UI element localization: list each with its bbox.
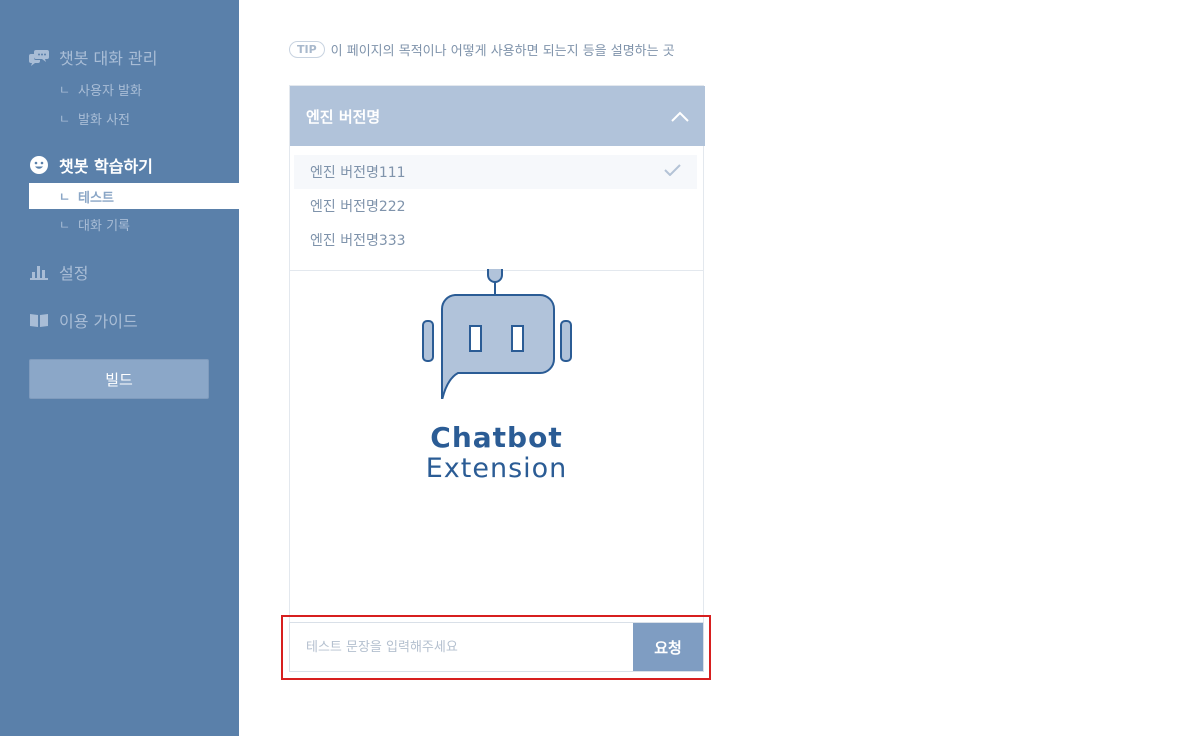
tip-text: 이 페이지의 목적이나 어떻게 사용하면 되는지 등을 설명하는 곳 [330,44,675,59]
chatbot-robot-logo-icon [422,269,572,399]
sidebar-item-test[interactable]: ㄴ 테스트 [29,183,239,209]
engine-option[interactable]: 엔진 버전명111 [294,155,697,189]
logo-subtitle: Extension [425,453,568,484]
engine-dropdown-title: 엔진 버전명 [306,107,381,126]
book-icon [29,310,49,330]
engine-option[interactable]: 엔진 버전명222 [294,189,697,223]
nav-learn[interactable]: 챗봇 학습하기 [29,153,153,177]
sidebar-item-chat-history[interactable]: ㄴ 대화 기록 [29,211,239,237]
tip-banner: TIP 이 페이지의 목적이나 어떻게 사용하면 되는지 등을 설명하는 곳 [289,40,675,59]
sub-item-corner: ㄴ [59,111,71,126]
nav-guide-label: 이용 가이드 [59,312,138,331]
sidebar-item-utterance-dictionary[interactable]: ㄴ 발화 사전 [29,105,239,131]
sub-item-corner: ㄴ [59,82,71,97]
sidebar-item-user-utterance[interactable]: ㄴ 사용자 발화 [29,76,239,102]
nav-chat-manage-label: 챗봇 대화 관리 [59,49,158,68]
engine-dropdown-header[interactable]: 엔진 버전명 [290,86,705,146]
engine-option-label: 엔진 버전명333 [310,233,406,249]
chatbot-test-panel: 엔진 버전명 엔진 버전명111 엔진 버전명222 엔진 버전명333 Cha… [289,85,705,672]
sidebar-item-label: 사용자 발화 [78,83,142,99]
test-input-row: 요청 [289,622,704,672]
logo-title: Chatbot [430,421,563,454]
smile-icon [29,155,49,175]
sidebar: 챗봇 대화 관리 ㄴ 사용자 발화 ㄴ 발화 사전 챗봇 학습하기 ㄴ 테스트 … [0,0,239,736]
engine-option-label: 엔진 버전명222 [310,199,406,215]
sidebar-item-label: 테스트 [78,190,114,206]
chevron-up-icon [671,107,689,126]
nav-settings[interactable]: 설정 [29,260,88,284]
engine-dropdown-list: 엔진 버전명111 엔진 버전명222 엔진 버전명333 [290,146,703,271]
nav-guide[interactable]: 이용 가이드 [29,308,138,332]
bar-chart-icon [29,262,49,282]
nav-learn-label: 챗봇 학습하기 [59,157,153,176]
tip-badge: TIP [289,41,325,58]
sub-item-corner: ㄴ [59,217,71,232]
test-sentence-input[interactable] [290,623,633,671]
request-button[interactable]: 요청 [633,623,703,671]
sidebar-item-label: 발화 사전 [78,112,131,128]
sub-item-corner: ㄴ [59,189,71,204]
engine-option[interactable]: 엔진 버전명333 [294,223,697,257]
sidebar-item-label: 대화 기록 [78,218,131,234]
build-button[interactable]: 빌드 [29,359,209,399]
engine-option-label: 엔진 버전명111 [310,165,406,181]
nav-chat-manage[interactable]: 챗봇 대화 관리 [29,45,158,69]
check-icon [664,164,681,180]
nav-settings-label: 설정 [59,264,89,283]
chat-bubbles-icon [29,47,49,67]
